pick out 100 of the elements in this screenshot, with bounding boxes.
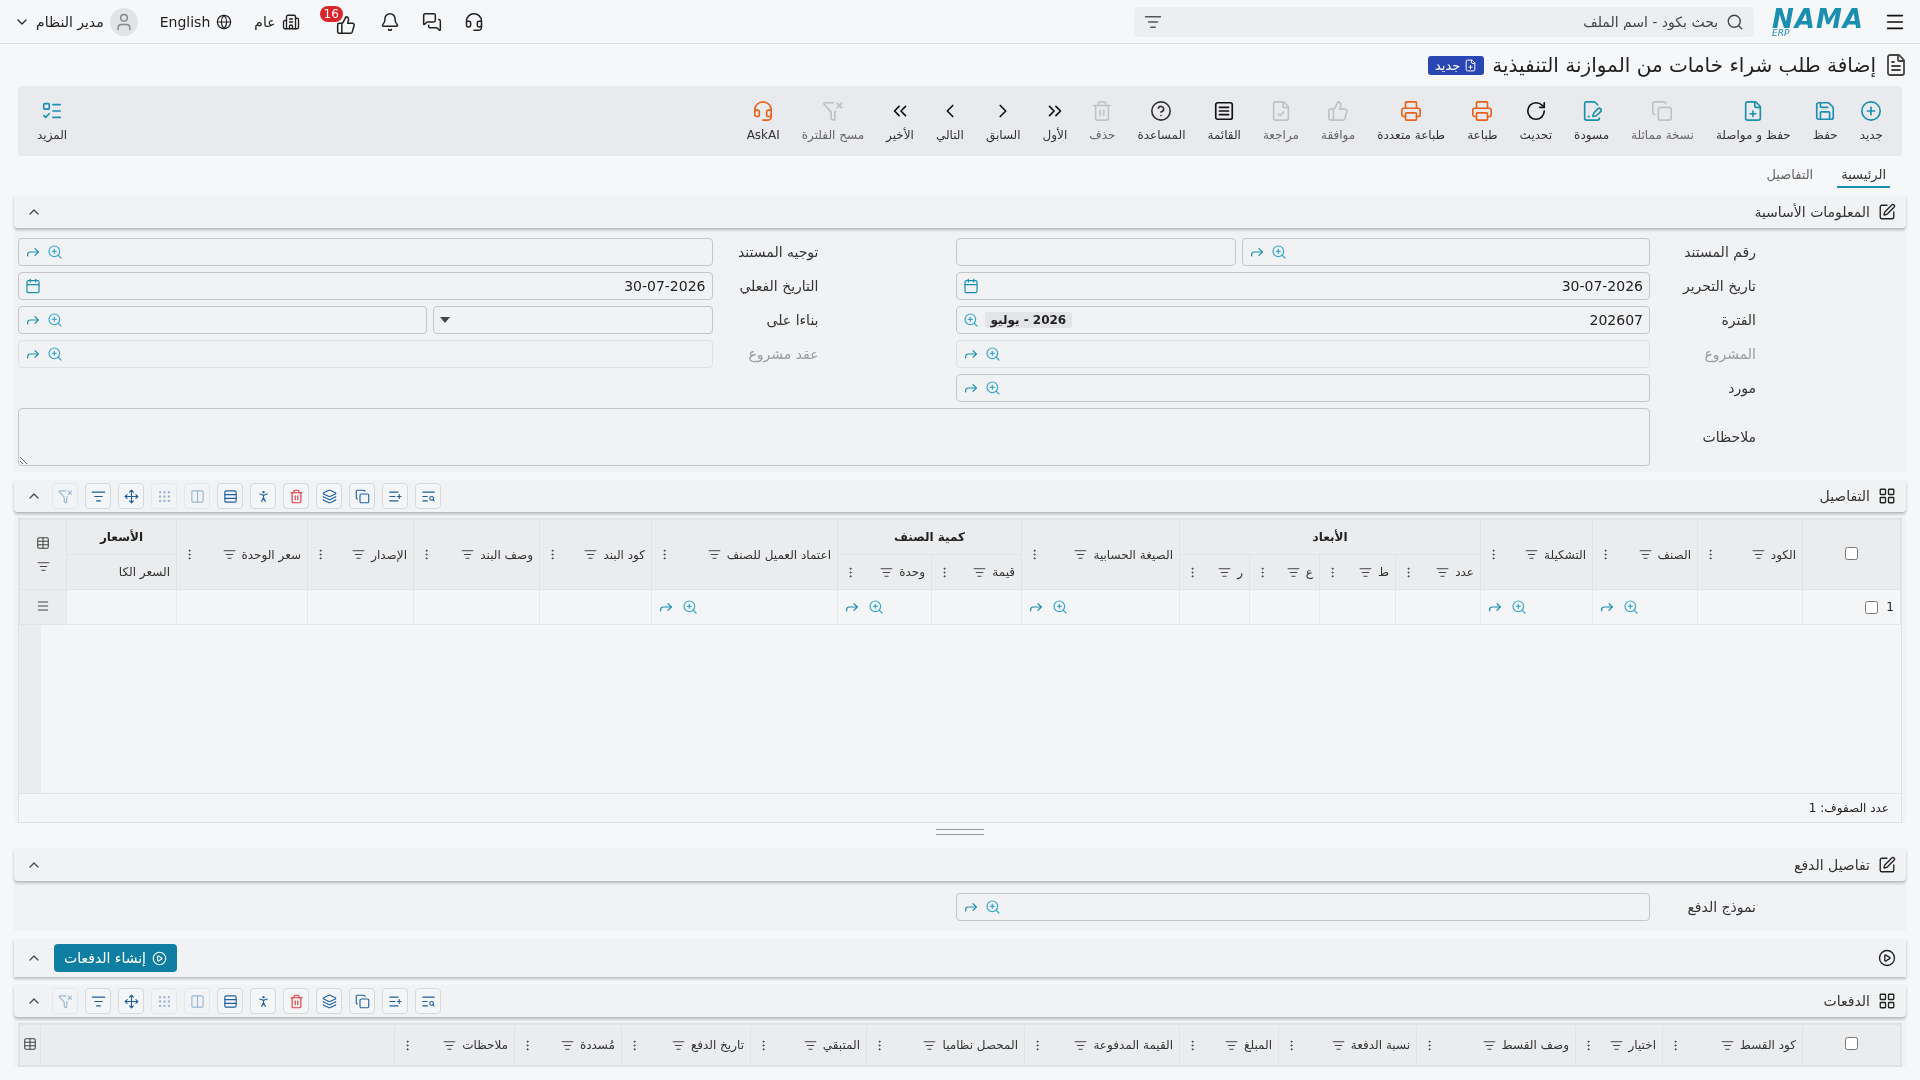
play-circle-icon [1878,949,1896,967]
column-header[interactable]: الكود [1770,547,1796,562]
toolbar-button[interactable]: طباعة متعددة [1366,96,1457,146]
column-header[interactable]: الصنف [1657,547,1691,562]
column-header[interactable]: عدد [1455,565,1474,579]
copy-icon [354,488,370,504]
trash-button[interactable] [283,988,309,1014]
toolbar-button[interactable]: السابق [974,96,1032,146]
column-header[interactable]: سعر الوحدة [241,547,301,562]
column-header[interactable]: ع [1305,565,1313,579]
column-header[interactable]: القيمة المدفوعة [1093,1038,1173,1052]
column-header[interactable]: اعتماد العميل للصنف [726,547,831,562]
list-search-button[interactable] [415,988,441,1014]
toolbar-button[interactable]: الأول [1031,96,1079,146]
grid-icon [1878,487,1896,505]
grip-icon [156,488,172,504]
search-plus-icon [984,899,1001,915]
column-header[interactable]: المبلغ [1244,1038,1272,1052]
language-button[interactable]: English [157,11,235,32]
filter-button[interactable] [85,483,111,509]
lookup-field[interactable] [955,893,1650,921]
column-header[interactable]: تاريخ الدفع [690,1038,744,1052]
column-header[interactable]: اختيار [1628,1038,1656,1052]
toolbar-button[interactable]: حفظ [1801,96,1849,146]
toolbar-button[interactable]: حفظ و مواصلة [1704,96,1802,146]
lookup-field[interactable] [18,238,713,266]
rows-button[interactable] [217,483,243,509]
column-header[interactable]: السعر الكا [118,565,170,579]
list-plus-button[interactable] [382,988,408,1014]
more-button[interactable]: المزيد [26,96,79,146]
list-plus-button[interactable] [382,483,408,509]
column-header[interactable]: ر [1237,565,1243,579]
approvals-button[interactable]: 16 [319,6,360,37]
move-button[interactable] [118,483,144,509]
copy-button[interactable] [349,483,375,509]
list-search-button[interactable] [415,483,441,509]
column-header[interactable]: كود القسط [1739,1038,1796,1052]
column-header[interactable]: ط [1377,565,1389,579]
column-header[interactable]: كود البند [603,547,645,562]
text-field[interactable] [955,238,1236,266]
notes-field[interactable] [18,408,1650,466]
column-header[interactable]: ملاحظات [462,1038,508,1052]
row-number: 1 [1886,600,1894,614]
column-header[interactable]: الصيغة الحسابية [1093,547,1173,562]
column-header[interactable]: وصف القسط [1501,1038,1569,1052]
filter-icon [1074,1038,1088,1052]
column-header[interactable]: وصف البند [480,547,533,562]
date-field[interactable]: 30-07-2026 [955,272,1650,300]
edit-icon [1878,203,1896,221]
notification-badge: 16 [319,6,343,22]
tab[interactable]: الرئيسية [1837,163,1890,188]
layers-button[interactable] [316,988,342,1014]
toolbar-button[interactable]: مسودة [1563,96,1621,146]
lookup-field[interactable] [1241,238,1650,266]
resize-handle[interactable] [936,829,984,835]
edit-icon [1878,856,1896,874]
walking-person-button[interactable] [250,483,276,509]
move-button[interactable] [118,988,144,1014]
column-header[interactable]: مُسددة [579,1038,615,1052]
search-bar[interactable]: بحث بكود - اسم الملف [1134,6,1755,37]
select-all-checkbox[interactable] [1845,1037,1858,1050]
toolbar-button[interactable]: القائمة [1196,96,1252,146]
search-plus-icon [682,599,698,615]
walking-person-button[interactable] [250,988,276,1014]
rows-button[interactable] [217,988,243,1014]
filter-icon [352,548,366,561]
select-all-checkbox[interactable] [1845,546,1858,560]
copy-button[interactable] [349,988,375,1014]
column-header[interactable]: نسبة الدفعة [1350,1038,1410,1052]
search-field[interactable]: بحث بكود - اسم الملف [1168,12,1721,31]
create-payments-button[interactable]: إنشاء الدفعات [54,944,177,972]
toolbar-button[interactable]: جديد [1848,96,1894,146]
toolbar-button[interactable]: الأخير [875,96,925,146]
filter-button[interactable] [85,988,111,1014]
column-header[interactable]: وحدة [899,565,925,579]
date-field[interactable]: 30-07-2026 [18,272,713,300]
column-header[interactable]: المتبقي [822,1038,860,1052]
row-checkbox[interactable] [1865,600,1879,614]
filter-icon [443,1038,457,1052]
branch-button[interactable]: عام [252,10,302,33]
user-menu[interactable]: مدير النظام [12,5,140,38]
filter-icon [707,548,721,561]
column-header[interactable]: التشكيلة [1544,547,1586,562]
column-header[interactable]: المحصل نظاميا [942,1038,1018,1052]
filter-icon [803,1038,817,1052]
section-title: الدفعات [1823,993,1870,1009]
layers-button[interactable] [316,483,342,509]
toolbar-button[interactable]: المساعدة [1126,96,1197,146]
column-header[interactable]: قيمة [992,565,1015,579]
lookup-field[interactable] [18,306,427,334]
toolbar-button[interactable]: طباعة [1456,96,1509,146]
column-header[interactable]: الإصدار [371,547,407,562]
status-badge: جديد [1427,55,1485,75]
trash-button[interactable] [283,483,309,509]
tab[interactable]: التفاصيل [1762,163,1818,188]
toolbar-button[interactable]: AskAI [735,96,791,146]
toolbar-button[interactable]: التالي [924,96,975,146]
lookup-field[interactable] [955,374,1650,402]
toolbar-button[interactable]: تحديث [1508,96,1564,146]
select-field[interactable] [432,306,713,334]
